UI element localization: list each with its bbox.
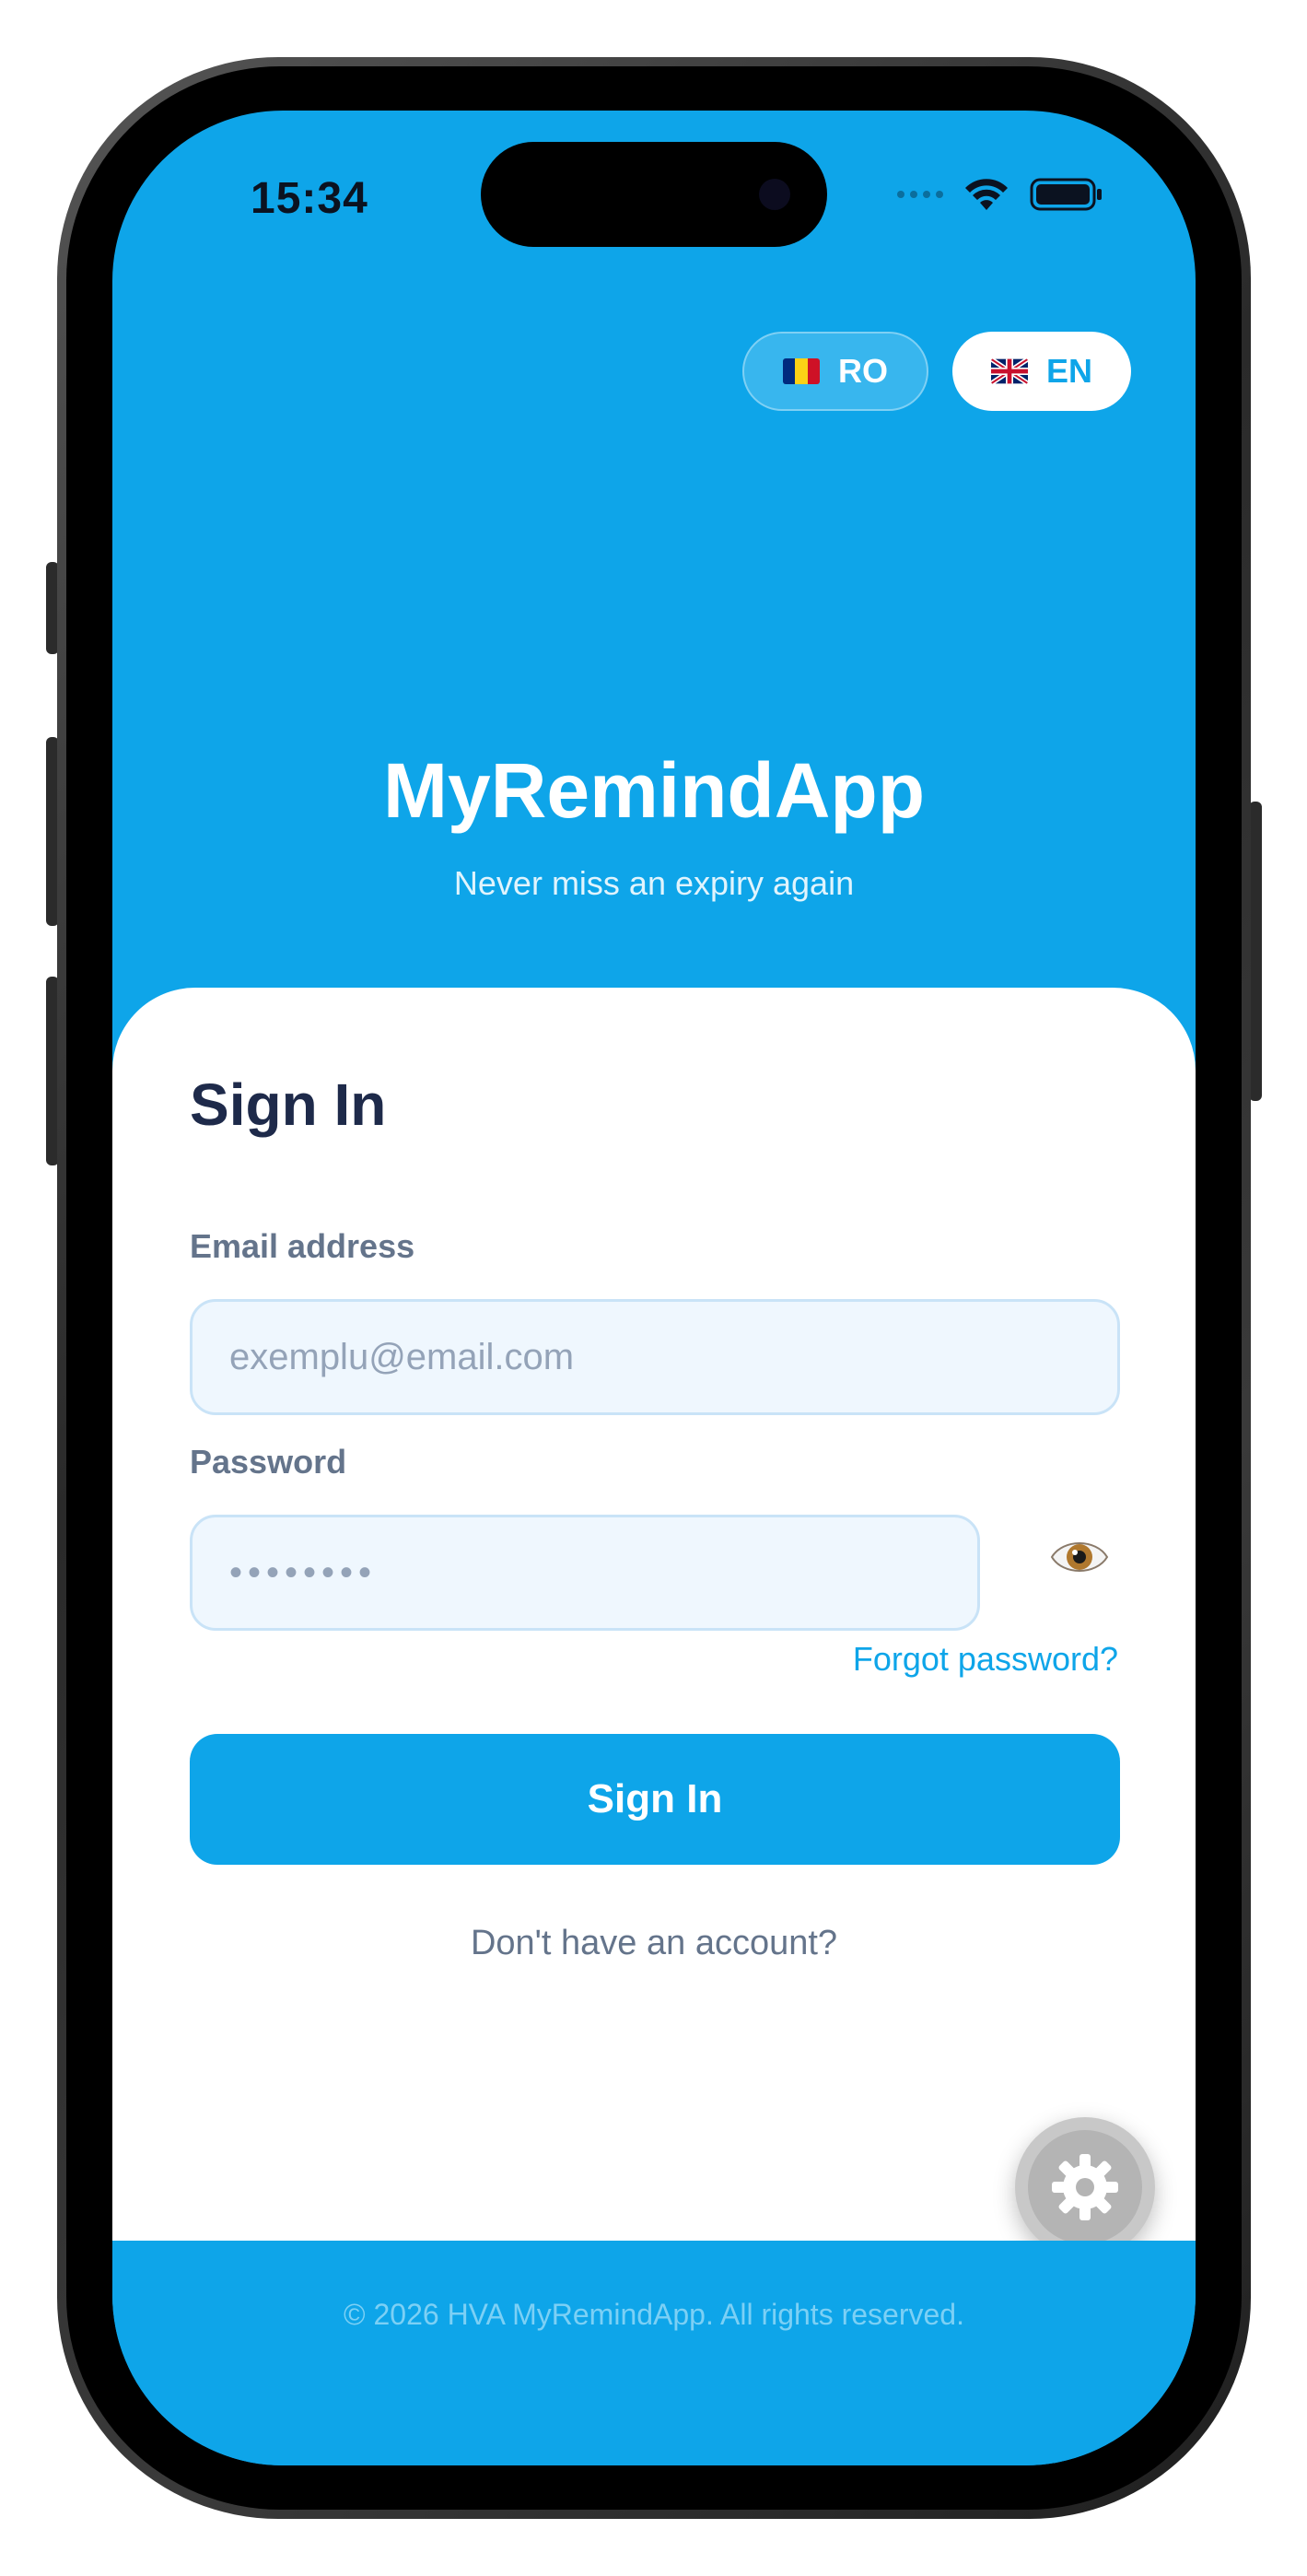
footer: © 2026 HVA MyRemindApp. All rights reser… — [112, 2241, 1196, 2465]
app-tagline: Never miss an expiry again — [453, 864, 855, 902]
power-button — [1249, 802, 1262, 1101]
password-input[interactable] — [190, 1515, 980, 1631]
sign-in-card: Sign In Email address Password Forgot pa… — [112, 988, 1196, 2257]
cellular-signal-icon — [897, 191, 943, 198]
eye-icon — [1050, 1542, 1109, 1572]
sign-in-button[interactable]: Sign In — [190, 1734, 1120, 1865]
app-screen: 15:34 RO EN MyRemindApp Never miss an ex… — [112, 111, 1196, 2465]
email-input[interactable] — [190, 1299, 1120, 1415]
language-switcher: RO EN — [741, 332, 1131, 411]
toggle-password-visibility-button[interactable] — [1033, 1511, 1126, 1603]
status-bar: 15:34 — [112, 111, 1196, 258]
lang-label-en: EN — [1045, 352, 1092, 390]
battery-icon — [1030, 178, 1102, 211]
romania-flag-icon — [782, 358, 820, 384]
app-title: MyRemindApp — [383, 747, 925, 834]
email-label: Email address — [190, 1227, 415, 1265]
lang-label-ro: RO — [837, 352, 888, 390]
device-frame: 15:34 RO EN MyRemindApp Never miss an ex… — [0, 0, 1307, 2576]
dynamic-island — [481, 142, 827, 247]
password-label: Password — [190, 1443, 347, 1481]
signup-link[interactable]: Don't have an account? — [112, 1924, 1196, 1963]
camera-icon — [759, 179, 790, 210]
status-time: 15:34 — [251, 174, 368, 223]
lang-button-ro[interactable]: RO — [741, 332, 928, 411]
status-icons — [897, 177, 1103, 212]
settings-button[interactable] — [1015, 2117, 1155, 2257]
forgot-password-link[interactable]: Forgot password? — [853, 1640, 1118, 1679]
gear-icon — [1052, 2154, 1118, 2220]
sign-in-title: Sign In — [190, 1071, 387, 1138]
wifi-icon — [965, 179, 1008, 210]
uk-flag-icon — [990, 358, 1028, 384]
lang-button-en[interactable]: EN — [951, 332, 1131, 411]
footer-copyright: © 2026 HVA MyRemindApp. All rights reser… — [344, 2298, 964, 2331]
settings-button-inner — [1028, 2130, 1142, 2244]
